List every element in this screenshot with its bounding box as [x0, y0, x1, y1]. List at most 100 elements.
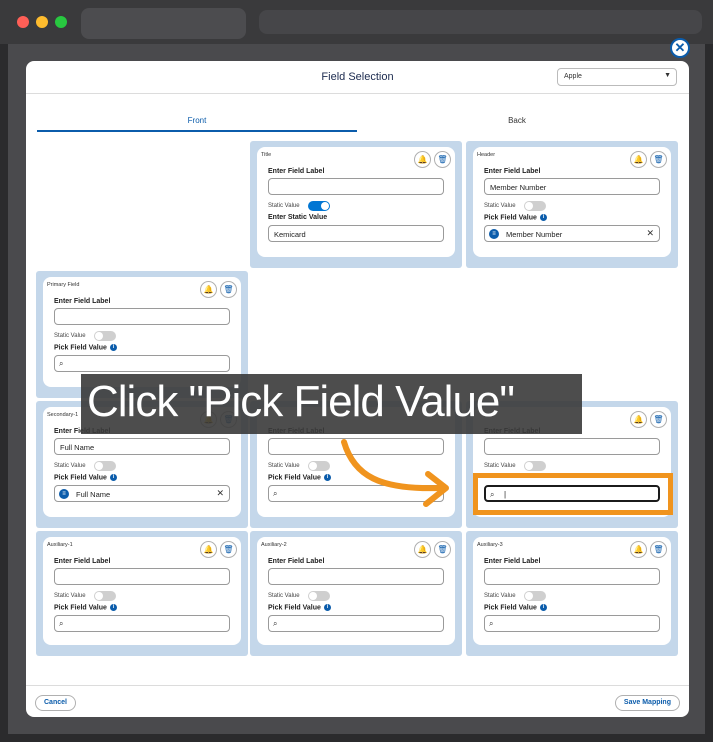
bell-icon[interactable]: 🔔 — [200, 281, 217, 298]
static-value-toggle[interactable] — [308, 591, 330, 601]
pick-field-label: Pick Field Value — [54, 344, 107, 352]
card-title: Title — [261, 152, 272, 158]
field-label-input[interactable] — [54, 308, 230, 325]
picked-field-pill[interactable]: ≡ Member Number ✕ — [484, 225, 660, 242]
field-label-input[interactable] — [268, 568, 444, 585]
pick-field-heading: Pick Field Value i — [484, 604, 547, 611]
search-icon: ⌕ — [59, 619, 64, 628]
platform-select-value: Apple — [564, 73, 582, 80]
static-value-toggle[interactable] — [94, 591, 116, 601]
card-title: Auxiliary-3 — [477, 542, 503, 548]
info-icon: i — [539, 214, 547, 221]
static-value-input[interactable]: Kemicard — [268, 225, 444, 242]
bell-icon[interactable]: 🔔 — [414, 541, 431, 558]
static-value-toggle[interactable] — [308, 461, 330, 471]
field-label-input[interactable] — [54, 568, 230, 585]
info-icon: i — [323, 604, 331, 611]
pick-field-label: Pick Field Value — [484, 604, 537, 612]
static-value-label: Static Value — [268, 203, 300, 209]
clear-icon[interactable]: ✕ — [646, 228, 654, 239]
tab-bar: Front Back — [37, 113, 677, 133]
pick-field-search[interactable]: ⌕ — [54, 615, 230, 632]
clear-icon[interactable]: ✕ — [216, 488, 224, 499]
auxiliary-1-panel: Auxiliary-1 🔔 🗑 Enter Field Label Static… — [36, 531, 248, 656]
bell-icon[interactable]: 🔔 — [200, 541, 217, 558]
static-value-label: Static Value — [484, 463, 516, 469]
platform-select[interactable]: Apple ▼ — [557, 68, 677, 86]
bell-icon[interactable]: 🔔 — [414, 151, 431, 168]
static-value-toggle[interactable] — [524, 591, 546, 601]
trash-icon[interactable]: 🗑 — [220, 541, 237, 558]
static-value-label: Static Value — [54, 463, 86, 469]
search-icon: ⌕ — [273, 619, 278, 628]
info-icon: i — [539, 604, 547, 611]
field-label-input[interactable] — [268, 178, 444, 195]
highlight-box — [473, 473, 673, 515]
pick-field-search[interactable]: ⌕ — [484, 615, 660, 632]
static-value-toggle[interactable] — [308, 201, 330, 211]
field-label-heading: Enter Field Label — [484, 168, 541, 175]
search-icon: ⌕ — [489, 619, 494, 628]
pick-field-heading: Pick Field Value i — [268, 474, 331, 481]
static-value-toggle[interactable] — [94, 331, 116, 341]
picked-field-value: Full Name — [76, 490, 111, 499]
info-icon: i — [109, 604, 117, 611]
static-value-label: Static Value — [268, 593, 300, 599]
title-card: Title 🔔 🗑 Enter Field Label Static Value… — [257, 147, 455, 257]
pick-field-search[interactable]: ⌕ — [268, 615, 444, 632]
field-label-input[interactable] — [484, 438, 660, 455]
bell-icon[interactable]: 🔔 — [630, 541, 647, 558]
auxiliary-3-panel: Auxiliary-3 🔔 🗑 Enter Field Label Static… — [466, 531, 678, 656]
static-value-toggle[interactable] — [524, 461, 546, 471]
tab-front[interactable]: Front — [37, 113, 357, 132]
trash-icon[interactable]: 🗑 — [650, 541, 667, 558]
field-label-input[interactable] — [484, 568, 660, 585]
auxiliary-1-card: Auxiliary-1 🔔 🗑 Enter Field Label Static… — [43, 537, 241, 645]
search-icon: ⌕ — [273, 489, 278, 498]
cancel-button[interactable]: Cancel — [35, 695, 76, 711]
field-label-input[interactable]: Member Number — [484, 178, 660, 195]
pick-field-label: Pick Field Value — [484, 214, 537, 222]
field-label-heading: Enter Field Label — [54, 298, 111, 305]
static-value-label: Static Value — [54, 333, 86, 339]
field-label-heading: Enter Field Label — [484, 558, 541, 565]
picked-field-pill[interactable]: ≡ Full Name ✕ — [54, 485, 230, 502]
pick-field-search[interactable]: ⌕ — [54, 355, 230, 372]
bell-icon[interactable]: 🔔 — [630, 411, 647, 428]
card-title: Auxiliary-1 — [47, 542, 73, 548]
trash-icon[interactable]: 🗑 — [220, 281, 237, 298]
close-window-button[interactable] — [17, 16, 29, 28]
picked-field-value: Member Number — [506, 230, 563, 239]
title-panel: Title 🔔 🗑 Enter Field Label Static Value… — [250, 141, 462, 268]
pick-field-label: Pick Field Value — [54, 474, 107, 482]
trash-icon[interactable]: 🗑 — [434, 541, 451, 558]
trash-icon[interactable]: 🗑 — [434, 151, 451, 168]
static-value-label: Static Value — [54, 593, 86, 599]
header-panel: Header 🔔 🗑 Enter Field Label Member Numb… — [466, 141, 678, 268]
minimize-window-button[interactable] — [36, 16, 48, 28]
field-label-heading: Enter Field Label — [268, 558, 325, 565]
field-type-icon: ≡ — [489, 229, 499, 239]
field-type-icon: ≡ — [59, 489, 69, 499]
tab-back[interactable]: Back — [357, 113, 677, 132]
chevron-down-icon: ▼ — [664, 72, 671, 79]
static-value-toggle[interactable] — [524, 201, 546, 211]
browser-tab[interactable] — [81, 8, 246, 39]
card-title: Auxiliary-2 — [261, 542, 287, 548]
card-title: Secondary-1 — [47, 412, 79, 418]
maximize-window-button[interactable] — [55, 16, 67, 28]
trash-icon[interactable]: 🗑 — [650, 151, 667, 168]
close-modal-icon[interactable]: ✕ — [670, 38, 690, 58]
window-chrome — [0, 0, 713, 44]
trash-icon[interactable]: 🗑 — [650, 411, 667, 428]
header-card: Header 🔔 🗑 Enter Field Label Member Numb… — [473, 147, 671, 257]
static-value-toggle[interactable] — [94, 461, 116, 471]
field-label-input[interactable]: Full Name — [54, 438, 230, 455]
pick-field-heading: Pick Field Value i — [484, 214, 547, 221]
save-mapping-button[interactable]: Save Mapping — [614, 695, 680, 711]
address-bar[interactable] — [259, 10, 702, 34]
search-icon: ⌕ — [59, 359, 64, 368]
auxiliary-3-card: Auxiliary-3 🔔 🗑 Enter Field Label Static… — [473, 537, 671, 645]
pick-field-label: Pick Field Value — [268, 604, 321, 612]
bell-icon[interactable]: 🔔 — [630, 151, 647, 168]
